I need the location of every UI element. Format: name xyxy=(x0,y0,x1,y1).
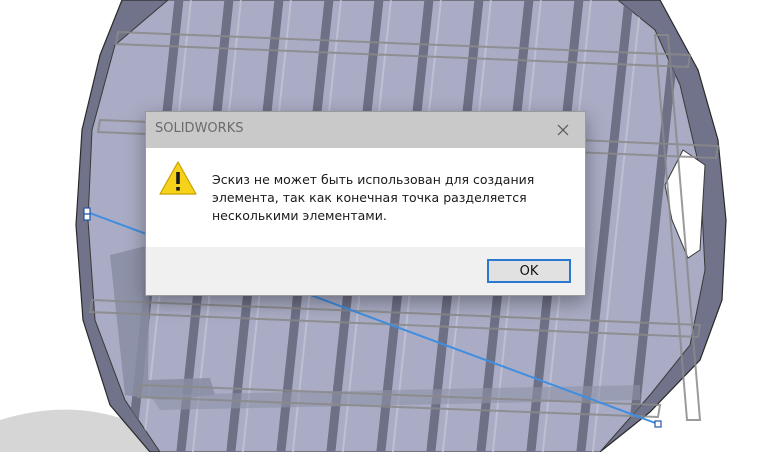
message-dialog: SOLIDWORKS Эскиз не может быть использов… xyxy=(145,111,586,296)
warning-icon xyxy=(159,161,197,195)
close-button[interactable] xyxy=(541,112,585,148)
message-line: элемента, так как конечная точка разделя… xyxy=(212,190,527,205)
dialog-content: Эскиз не может быть использован для созд… xyxy=(146,148,585,247)
dialog-titlebar[interactable]: SOLIDWORKS xyxy=(146,112,585,148)
dialog-message: Эскиз не может быть использован для созд… xyxy=(212,171,572,225)
message-line: несколькими элементами. xyxy=(212,208,387,223)
message-line: Эскиз не может быть использован для созд… xyxy=(212,172,535,187)
close-icon xyxy=(557,124,569,136)
ok-button[interactable]: OK xyxy=(487,259,571,283)
dialog-title: SOLIDWORKS xyxy=(155,121,244,136)
